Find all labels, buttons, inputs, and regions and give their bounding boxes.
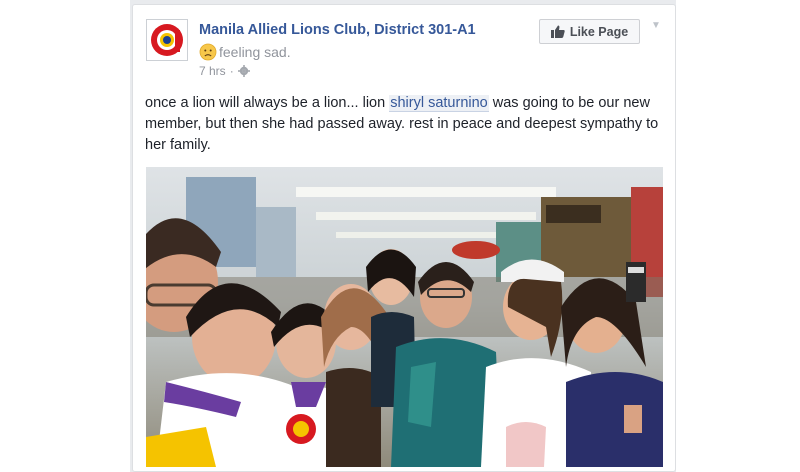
page-background-right [676,0,800,472]
page-background-left [0,0,130,472]
timestamp-link[interactable]: 7 hrs [199,64,226,78]
page-name-link[interactable]: Manila Allied Lions Club, District 301-A… [199,22,476,38]
chevron-down-icon[interactable]: ▼ [651,20,661,31]
group-selfie-photo [146,167,663,467]
gear-icon[interactable] [237,65,250,77]
mention-link[interactable]: shiryl saturnino [389,95,489,112]
sad-face-icon [199,43,217,61]
feeling-text: feeling sad. [219,44,291,60]
thumbs-up-icon [550,25,565,38]
feeling-status: feeling sad. [199,43,291,61]
lions-club-logo-icon [151,24,183,56]
like-page-button[interactable]: Like Page [539,19,640,44]
like-page-label: Like Page [569,24,629,39]
feed-post: Manila Allied Lions Club, District 301-A… [132,4,676,472]
post-message: once a lion will always be a lion... lio… [145,93,661,156]
meta-separator: · [229,64,234,78]
avatar[interactable] [146,19,188,61]
post-meta: 7 hrs · [199,64,250,78]
post-text-before: once a lion will always be a lion... lio… [145,95,390,111]
post-photo[interactable] [146,167,663,467]
